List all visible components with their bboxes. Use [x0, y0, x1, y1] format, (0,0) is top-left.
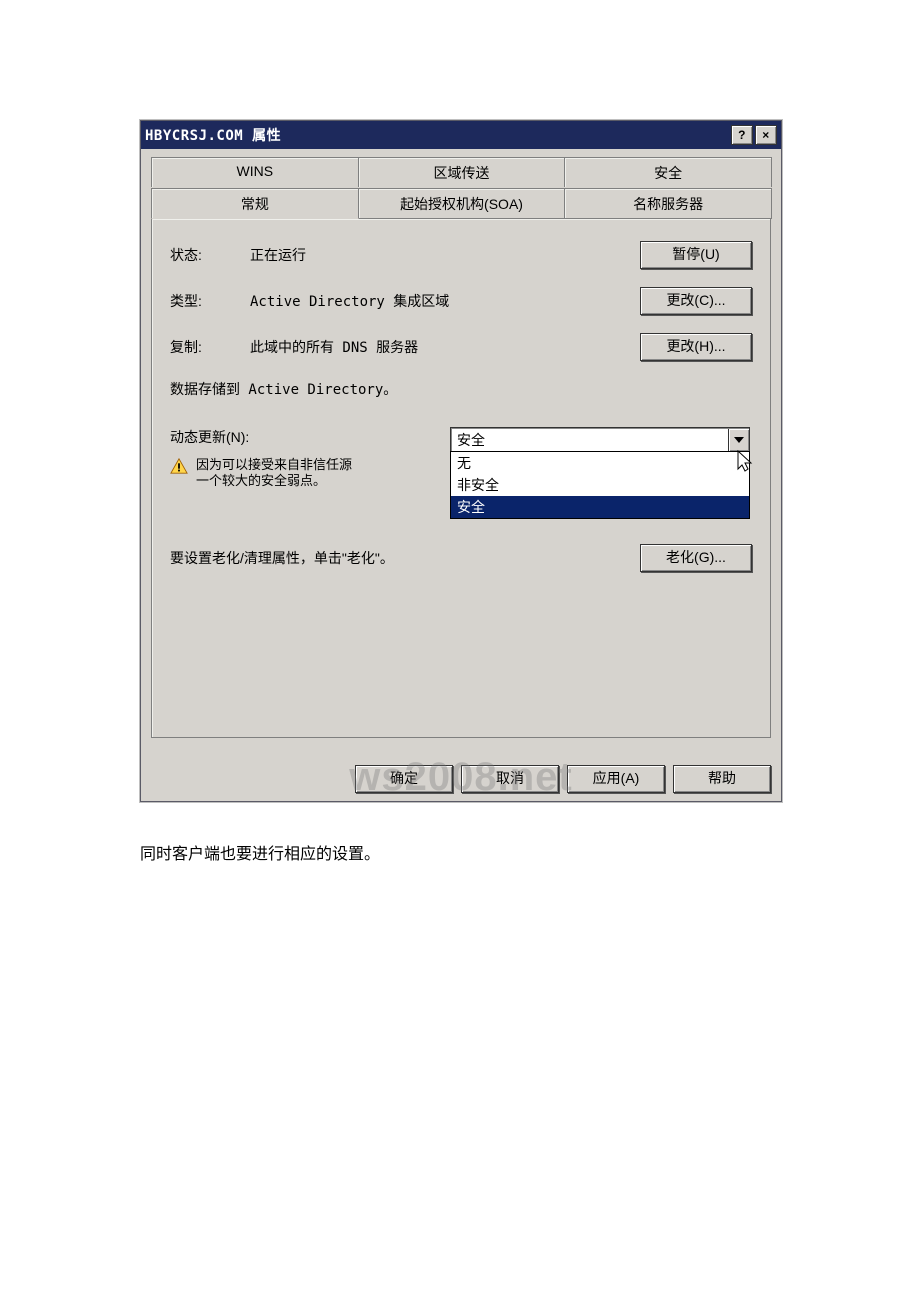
- replication-value: 此域中的所有 DNS 服务器: [250, 337, 640, 357]
- tab-wins[interactable]: WINS: [151, 157, 359, 187]
- properties-dialog: HBYCRSJ.COM 属性 ? × WINS 区域传送 安全 常规 起始授权机…: [140, 120, 782, 802]
- window-title: HBYCRSJ.COM 属性: [145, 125, 729, 145]
- titlebar: HBYCRSJ.COM 属性 ? ×: [141, 121, 781, 149]
- dynamic-update-selected: 安全: [451, 430, 728, 450]
- tab-zone-transfer[interactable]: 区域传送: [358, 157, 566, 187]
- option-nonsecure[interactable]: 非安全: [451, 474, 749, 496]
- tab-security[interactable]: 安全: [564, 157, 772, 187]
- dynamic-update-combo[interactable]: 安全 无 非安全 安全: [450, 427, 750, 453]
- apply-button[interactable]: 应用(A): [567, 765, 665, 793]
- tab-soa[interactable]: 起始授权机构(SOA): [358, 188, 566, 219]
- change-type-button[interactable]: 更改(C)...: [640, 287, 752, 315]
- storage-note: 数据存储到 Active Directory。: [170, 379, 752, 399]
- type-value: Active Directory 集成区域: [250, 291, 640, 311]
- warning-text: 因为可以接受来自非信任源 一个较大的安全弱点。: [196, 457, 352, 489]
- ok-button[interactable]: 确定: [355, 765, 453, 793]
- chevron-down-icon[interactable]: [728, 429, 749, 451]
- help-button-footer[interactable]: 帮助: [673, 765, 771, 793]
- aging-text: 要设置老化/清理属性，单击"老化"。: [170, 548, 640, 568]
- tab-name-servers[interactable]: 名称服务器: [564, 188, 772, 219]
- aging-button[interactable]: 老化(G)...: [640, 544, 752, 572]
- type-label: 类型:: [170, 291, 250, 311]
- cancel-button[interactable]: 取消: [461, 765, 559, 793]
- status-value: 正在运行: [250, 245, 640, 265]
- status-label: 状态:: [170, 245, 250, 265]
- page-caption: 同时客户端也要进行相应的设置。: [140, 840, 380, 864]
- dynamic-update-label: 动态更新(N):: [170, 427, 430, 447]
- option-secure[interactable]: 安全: [451, 496, 749, 518]
- tab-panel-general: 状态: 正在运行 暂停(U) 类型: Active Directory 集成区域…: [151, 218, 771, 738]
- close-button[interactable]: ×: [755, 125, 777, 145]
- pause-button[interactable]: 暂停(U): [640, 241, 752, 269]
- dynamic-update-options: 无 非安全 安全: [450, 451, 750, 519]
- dialog-footer: ws2008.net 确定 取消 应用(A) 帮助: [141, 757, 781, 801]
- tab-strip: WINS 区域传送 安全 常规 起始授权机构(SOA) 名称服务器: [151, 157, 771, 218]
- option-none[interactable]: 无: [451, 452, 749, 474]
- tab-general[interactable]: 常规: [151, 188, 359, 219]
- help-button[interactable]: ?: [731, 125, 753, 145]
- warning-icon: [170, 457, 188, 475]
- change-replication-button[interactable]: 更改(H)...: [640, 333, 752, 361]
- replication-label: 复制:: [170, 337, 250, 357]
